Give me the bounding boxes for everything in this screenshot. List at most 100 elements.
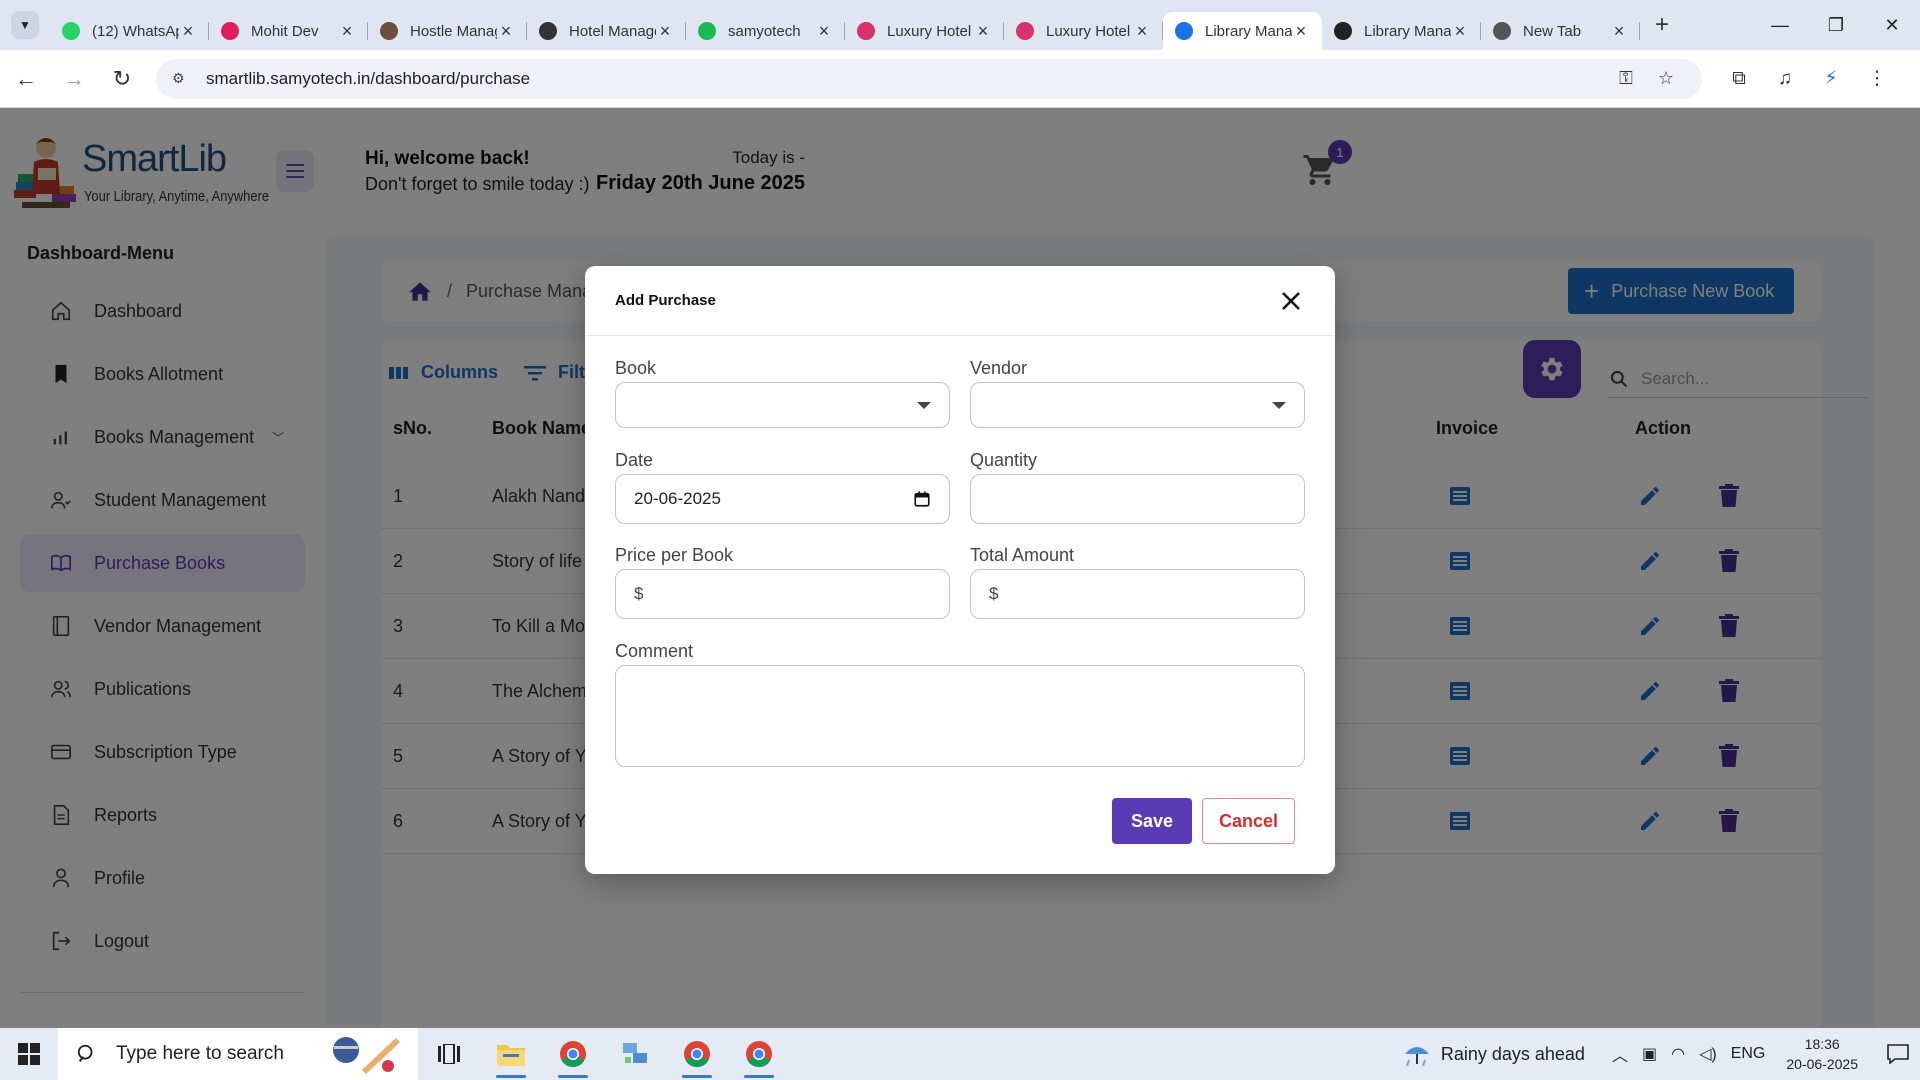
book-select[interactable] [615, 382, 950, 428]
site-info-icon[interactable]: ⚙ [172, 70, 190, 87]
profile-icon[interactable]: ⚡ [1808, 67, 1854, 90]
caret-down-icon [1272, 401, 1286, 409]
total-input[interactable]: $ [970, 569, 1305, 619]
close-window-icon[interactable]: ✕ [1864, 0, 1920, 50]
url-text[interactable]: smartlib.samyotech.in/dashboard/purchase [206, 69, 1606, 89]
browser-tab[interactable]: Luxury Hotel × [845, 12, 1004, 50]
clock-time: 18:36 [1804, 1036, 1840, 1052]
notification-icon [1887, 1044, 1909, 1064]
browser-tab[interactable]: samyotech × [686, 12, 845, 50]
quantity-label: Quantity [970, 450, 1038, 470]
umbrella-icon [1404, 1047, 1429, 1067]
add-purchase-dialog: Add Purchase Book Vendor Date 20-06-2025… [585, 266, 1335, 874]
weather-text: Rainy days ahead [1440, 1043, 1585, 1064]
browser-tab[interactable]: Library Management× [1163, 12, 1322, 50]
library-icon [1334, 22, 1352, 40]
browser-tab[interactable]: (12) WhatsApp× [50, 12, 209, 50]
taskbar-search[interactable]: Type here to search [58, 1028, 418, 1080]
more-menu-icon[interactable]: ⋮ [1854, 67, 1900, 90]
windows-taskbar: Type here to search Rainy days ahead ︿ ▣… [0, 1028, 1920, 1080]
tab-close-icon[interactable]: × [338, 21, 356, 42]
folder-icon [497, 1045, 525, 1066]
price-input[interactable]: $ [615, 569, 950, 619]
close-button[interactable] [1277, 287, 1305, 315]
leaf-icon [698, 22, 716, 40]
total-label: Total Amount [970, 545, 1075, 565]
date-input[interactable]: 20-06-2025 [615, 474, 950, 524]
clock-date: 20-06-2025 [1786, 1056, 1858, 1072]
reload-button[interactable]: ↻ [100, 57, 144, 101]
vendor-select[interactable] [970, 382, 1305, 428]
save-button[interactable]: Save [1112, 798, 1192, 844]
extensions-icon[interactable]: ⧉ [1716, 68, 1762, 90]
key-icon[interactable]: ⚿ [1606, 68, 1646, 89]
tab-close-icon[interactable]: × [1610, 21, 1628, 42]
meet-now-icon[interactable]: ▣ [1642, 1044, 1657, 1064]
tab-close-icon[interactable]: × [1292, 21, 1310, 42]
tab-title: samyotech [728, 22, 801, 40]
dialog-title: Add Purchase [615, 292, 716, 309]
tab-close-icon[interactable]: × [1133, 21, 1151, 42]
tab-title: Library Management [1364, 22, 1451, 40]
back-button[interactable]: ← [4, 57, 48, 101]
comment-textarea[interactable] [615, 665, 1305, 767]
start-button[interactable] [0, 1028, 58, 1080]
chevron-down-icon: ▼ [11, 11, 39, 39]
address-bar[interactable]: ⚙ smartlib.samyotech.in/dashboard/purcha… [156, 58, 1702, 99]
media-icon[interactable]: ♫ [1762, 68, 1808, 90]
tab-close-icon[interactable]: × [497, 21, 515, 42]
calendar-icon[interactable] [913, 490, 931, 508]
system-tray: Rainy days ahead ︿ ▣ ◠ ◁) ENG 18:36 20-0… [1403, 1028, 1920, 1080]
tab-search-button[interactable]: ▼ [0, 0, 50, 50]
arrow-right-icon: → [63, 65, 85, 91]
tab-close-icon[interactable]: × [974, 21, 992, 42]
task-view-button[interactable] [418, 1028, 480, 1080]
volume-icon[interactable]: ◁) [1699, 1044, 1717, 1064]
network-app-button[interactable] [604, 1028, 666, 1080]
globe-icon [539, 22, 557, 40]
minimize-icon[interactable]: — [1752, 0, 1808, 50]
reload-icon: ↻ [112, 65, 132, 91]
tab-title: Hotel Management [569, 22, 656, 40]
browser-tab[interactable]: Hostle Management× [368, 12, 527, 50]
taskbar-search-placeholder: Type here to search [116, 1043, 284, 1064]
book-label: Book [615, 358, 657, 378]
browser-tab[interactable]: Hotel Management× [527, 12, 686, 50]
hostel-icon [380, 22, 398, 40]
dialog-header: Add Purchase [585, 266, 1335, 336]
browser-tab[interactable]: Mohit Dev × [209, 12, 368, 50]
browser-tab-strip: ▼ (12) WhatsApp×Mohit Dev×Hostle Managem… [0, 0, 1920, 50]
chrome-taskbar-button[interactable] [542, 1028, 604, 1080]
notifications-button[interactable] [1876, 1044, 1920, 1064]
tab-close-icon[interactable]: × [179, 21, 197, 42]
star-icon[interactable]: ☆ [1646, 68, 1686, 89]
language-indicator[interactable]: ENG [1731, 1045, 1766, 1063]
chrome-profile-2-button[interactable] [728, 1028, 790, 1080]
forward-button[interactable]: → [52, 57, 96, 101]
tab-close-icon[interactable]: × [656, 21, 674, 42]
weather-widget[interactable]: Rainy days ahead [1403, 1040, 1585, 1068]
cancel-button[interactable]: Cancel [1202, 798, 1295, 844]
quantity-input[interactable] [970, 474, 1305, 524]
browser-tab[interactable]: Library Management× [1322, 12, 1481, 50]
comment-label: Comment [615, 641, 694, 661]
task-view-icon [438, 1044, 460, 1064]
chrome-icon [1493, 22, 1511, 40]
total-currency: $ [989, 584, 999, 603]
loading-icon [1175, 22, 1193, 40]
luxury-icon [1016, 22, 1034, 40]
price-label: Price per Book [615, 545, 734, 565]
clock[interactable]: 18:36 20-06-2025 [1786, 1034, 1858, 1074]
chevron-up-icon[interactable]: ︿ [1612, 1042, 1628, 1066]
file-explorer-button[interactable] [480, 1028, 542, 1080]
wifi-icon[interactable]: ◠ [1671, 1044, 1685, 1064]
restore-icon[interactable]: ❐ [1808, 0, 1864, 50]
arrow-left-icon: ← [15, 65, 37, 91]
new-tab-button[interactable]: + [1644, 11, 1680, 39]
tab-title: New Tab [1523, 22, 1582, 40]
chrome-profile-button[interactable] [666, 1028, 728, 1080]
tab-close-icon[interactable]: × [815, 21, 833, 42]
browser-tab[interactable]: New Tab × [1481, 12, 1640, 50]
browser-tab[interactable]: Luxury Hotel × [1004, 12, 1163, 50]
tab-close-icon[interactable]: × [1451, 21, 1469, 42]
